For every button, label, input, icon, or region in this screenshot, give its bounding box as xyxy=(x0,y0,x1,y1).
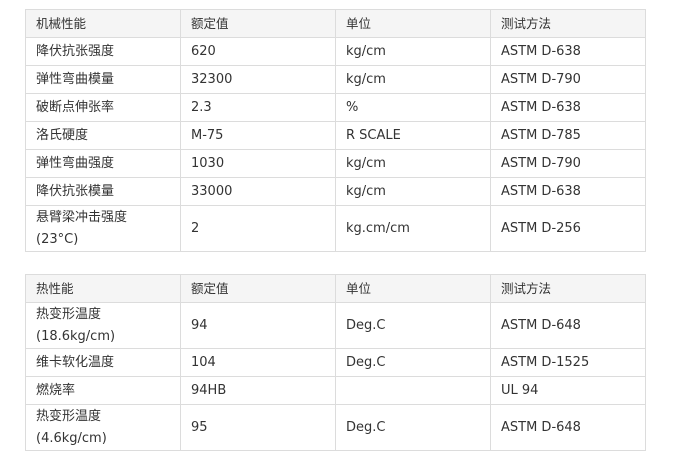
cell-method: ASTM D-785 xyxy=(490,121,646,150)
table-row: 弹性弯曲强度 1030 kg/cm ASTM D-790 xyxy=(25,149,646,178)
thermal-properties-table: 热性能 额定值 单位 测试方法 热变形温度 (18.6kg/cm) 94 Deg… xyxy=(25,274,646,451)
cell-method: ASTM D-638 xyxy=(490,177,646,206)
cell-value: 94 xyxy=(180,302,336,349)
cell-value: 95 xyxy=(180,404,336,451)
table-row: 降伏抗张模量 33000 kg/cm ASTM D-638 xyxy=(25,177,646,206)
cell-property: 维卡软化温度 xyxy=(25,348,181,377)
cell-unit: kg/cm xyxy=(335,65,491,94)
table-row: 降伏抗张强度 620 kg/cm ASTM D-638 xyxy=(25,37,646,66)
cell-unit: % xyxy=(335,93,491,122)
cell-value: M-75 xyxy=(180,121,336,150)
cell-property: 悬臂梁冲击强度 (23°C) xyxy=(25,205,181,252)
header-property: 机械性能 xyxy=(25,9,181,38)
cell-value: 2 xyxy=(180,205,336,252)
table-row: 燃烧率 94HB UL 94 xyxy=(25,376,646,405)
cell-property: 降伏抗张强度 xyxy=(25,37,181,66)
table-header-row: 热性能 额定值 单位 测试方法 xyxy=(25,274,646,303)
cell-unit: kg/cm xyxy=(335,177,491,206)
cell-property: 洛氏硬度 xyxy=(25,121,181,150)
cell-method: ASTM D-638 xyxy=(490,37,646,66)
cell-method: UL 94 xyxy=(490,376,646,405)
cell-unit: kg.cm/cm xyxy=(335,205,491,252)
cell-unit: Deg.C xyxy=(335,302,491,349)
cell-unit: Deg.C xyxy=(335,348,491,377)
table-row: 弹性弯曲模量 32300 kg/cm ASTM D-790 xyxy=(25,65,646,94)
table-row: 热变形温度 (4.6kg/cm) 95 Deg.C ASTM D-648 xyxy=(25,404,646,451)
table-row: 洛氏硬度 M-75 R SCALE ASTM D-785 xyxy=(25,121,646,150)
cell-value: 33000 xyxy=(180,177,336,206)
cell-method: ASTM D-638 xyxy=(490,93,646,122)
header-rated-value: 额定值 xyxy=(180,9,336,38)
cell-method: ASTM D-1525 xyxy=(490,348,646,377)
cell-unit: kg/cm xyxy=(335,149,491,178)
cell-property: 弹性弯曲强度 xyxy=(25,149,181,178)
cell-method: ASTM D-256 xyxy=(490,205,646,252)
header-unit: 单位 xyxy=(335,274,491,303)
cell-property: 燃烧率 xyxy=(25,376,181,405)
header-property: 热性能 xyxy=(25,274,181,303)
cell-value: 2.3 xyxy=(180,93,336,122)
cell-unit: R SCALE xyxy=(335,121,491,150)
cell-property: 热变形温度 (4.6kg/cm) xyxy=(25,404,181,451)
header-test-method: 测试方法 xyxy=(490,274,646,303)
table-row: 热变形温度 (18.6kg/cm) 94 Deg.C ASTM D-648 xyxy=(25,302,646,349)
cell-unit: Deg.C xyxy=(335,404,491,451)
header-test-method: 测试方法 xyxy=(490,9,646,38)
cell-property: 降伏抗张模量 xyxy=(25,177,181,206)
table-row: 悬臂梁冲击强度 (23°C) 2 kg.cm/cm ASTM D-256 xyxy=(25,205,646,252)
header-unit: 单位 xyxy=(335,9,491,38)
table-header-row: 机械性能 额定值 单位 测试方法 xyxy=(25,9,646,38)
cell-value: 32300 xyxy=(180,65,336,94)
cell-property: 热变形温度 (18.6kg/cm) xyxy=(25,302,181,349)
cell-unit xyxy=(335,376,491,405)
cell-method: ASTM D-790 xyxy=(490,149,646,178)
cell-value: 104 xyxy=(180,348,336,377)
table-row: 维卡软化温度 104 Deg.C ASTM D-1525 xyxy=(25,348,646,377)
table-row: 破断点伸张率 2.3 % ASTM D-638 xyxy=(25,93,646,122)
cell-property: 破断点伸张率 xyxy=(25,93,181,122)
cell-property: 弹性弯曲模量 xyxy=(25,65,181,94)
cell-method: ASTM D-648 xyxy=(490,302,646,349)
cell-value: 94HB xyxy=(180,376,336,405)
cell-method: ASTM D-648 xyxy=(490,404,646,451)
cell-unit: kg/cm xyxy=(335,37,491,66)
mechanical-properties-table: 机械性能 额定值 单位 测试方法 降伏抗张强度 620 kg/cm ASTM D… xyxy=(25,9,646,252)
header-rated-value: 额定值 xyxy=(180,274,336,303)
cell-value: 620 xyxy=(180,37,336,66)
cell-method: ASTM D-790 xyxy=(490,65,646,94)
cell-value: 1030 xyxy=(180,149,336,178)
